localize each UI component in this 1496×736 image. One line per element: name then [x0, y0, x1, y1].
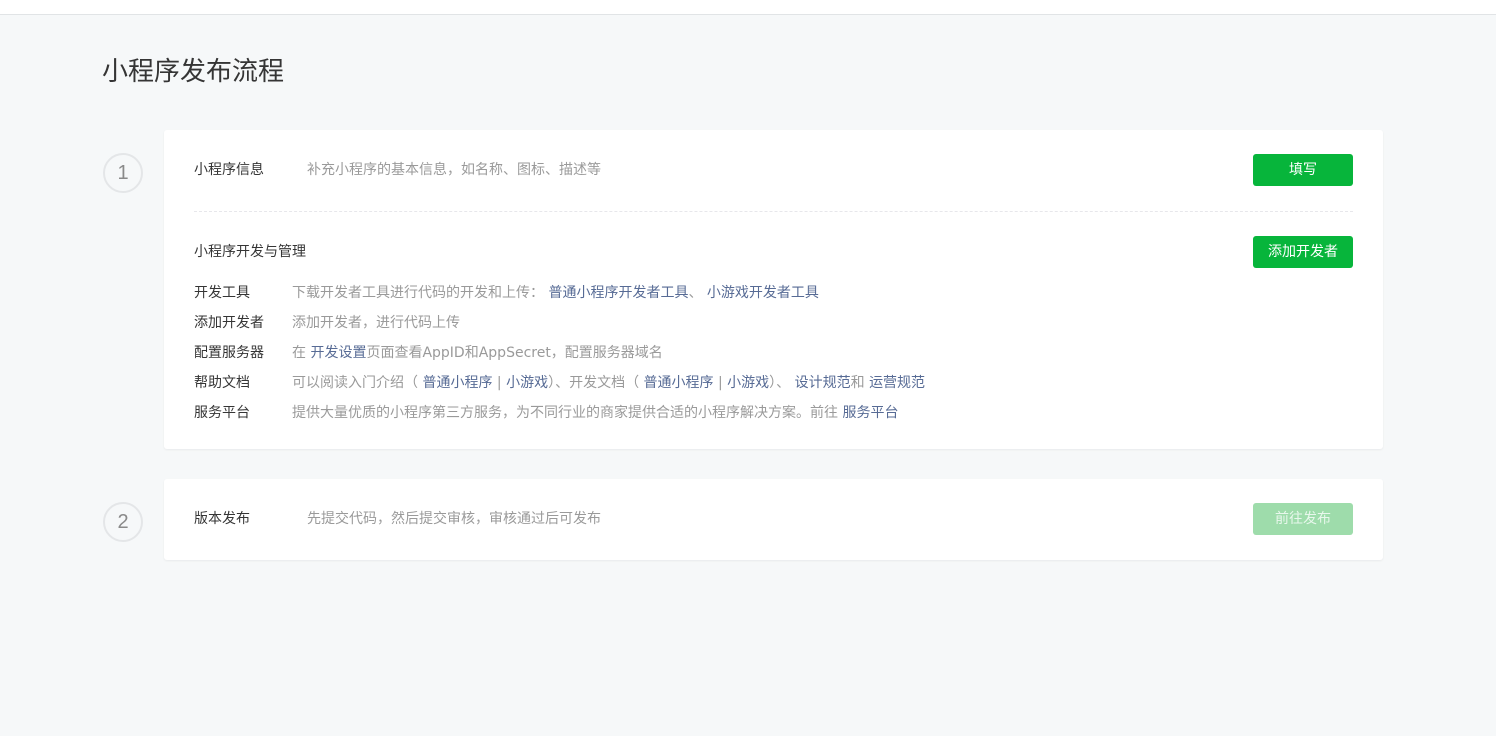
server-pre-text: 在	[292, 345, 306, 361]
help-docs-row: 帮助文档 可以阅读入门介绍（ 普通小程序 | 小游戏）、开发文档（ 普通小程序 …	[194, 373, 1294, 393]
dev-settings-link[interactable]: 开发设置	[310, 345, 366, 361]
service-platform-text: 提供大量优质的小程序第三方服务，为不同行业的商家提供合适的小程序解决方案。前往 …	[292, 403, 898, 423]
docs-comma-text: ）、	[769, 375, 791, 391]
docs-intro-text: 可以阅读入门介绍（	[292, 375, 418, 391]
step-2-card: 版本发布 先提交代码，然后提交审核，审核通过后可发布 前往发布	[164, 479, 1383, 560]
help-docs-label: 帮助文档	[194, 375, 250, 391]
top-navigation-bar	[0, 0, 1496, 15]
miniprogram-devtools-link[interactable]: 普通小程序开发者工具	[548, 285, 688, 301]
step-1-card: 小程序信息 补充小程序的基本信息，如名称、图标、描述等 填写 小程序开发与管理 …	[164, 130, 1383, 449]
dev-management-title: 小程序开发与管理	[194, 244, 306, 260]
add-developer-label: 添加开发者	[194, 315, 264, 331]
design-guide-link[interactable]: 设计规范	[795, 375, 851, 391]
miniprogram-info-title: 小程序信息	[194, 162, 264, 178]
dev-tools-description: 下载开发者工具进行代码的开发和上传：	[292, 285, 544, 301]
minigame-devtools-link[interactable]: 小游戏开发者工具	[707, 285, 819, 301]
configure-server-text: 在 开发设置页面查看AppID和AppSecret，配置服务器域名	[292, 343, 663, 363]
server-post-text: 页面查看AppID和AppSecret，配置服务器域名	[366, 345, 663, 361]
separator: |	[496, 375, 502, 391]
page-title: 小程序发布流程	[102, 57, 285, 87]
dev-tools-label: 开发工具	[194, 285, 250, 301]
add-developer-text: 添加开发者，进行代码上传	[292, 315, 460, 331]
separator: |	[717, 375, 723, 391]
intro-miniprogram-link[interactable]: 普通小程序	[422, 375, 492, 391]
version-release-title: 版本发布	[194, 511, 250, 527]
devdoc-minigame-link[interactable]: 小游戏	[727, 375, 769, 391]
docs-devdoc-text: ）、开发文档（	[548, 375, 640, 391]
configure-server-row: 配置服务器 在 开发设置页面查看AppID和AppSecret，配置服务器域名	[194, 343, 1294, 363]
step-number-2: 2	[103, 502, 143, 542]
service-platform-link[interactable]: 服务平台	[842, 405, 898, 421]
section-divider	[194, 211, 1353, 212]
operation-guide-link[interactable]: 运营规范	[869, 375, 925, 391]
go-publish-button[interactable]: 前往发布	[1253, 503, 1353, 535]
fill-info-button[interactable]: 填写	[1253, 154, 1353, 186]
add-developer-row: 添加开发者 添加开发者，进行代码上传	[194, 313, 1294, 333]
help-docs-text: 可以阅读入门介绍（ 普通小程序 | 小游戏）、开发文档（ 普通小程序 | 小游戏…	[292, 373, 925, 393]
docs-and-text: 和	[850, 375, 865, 391]
separator: 、	[688, 285, 703, 301]
configure-server-label: 配置服务器	[194, 345, 264, 361]
step-number-1: 1	[103, 153, 143, 193]
service-platform-row: 服务平台 提供大量优质的小程序第三方服务，为不同行业的商家提供合适的小程序解决方…	[194, 403, 1294, 423]
service-platform-label: 服务平台	[194, 405, 250, 421]
dev-tools-text: 下载开发者工具进行代码的开发和上传： 普通小程序开发者工具、 小游戏开发者工具	[292, 283, 819, 303]
version-release-description: 先提交代码，然后提交审核，审核通过后可发布	[307, 511, 601, 527]
service-platform-description: 提供大量优质的小程序第三方服务，为不同行业的商家提供合适的小程序解决方案。前往	[292, 405, 838, 421]
devdoc-miniprogram-link[interactable]: 普通小程序	[644, 375, 714, 391]
add-developer-button[interactable]: 添加开发者	[1253, 236, 1353, 268]
intro-minigame-link[interactable]: 小游戏	[506, 375, 548, 391]
miniprogram-info-description: 补充小程序的基本信息，如名称、图标、描述等	[307, 162, 601, 178]
dev-tools-row: 开发工具 下载开发者工具进行代码的开发和上传： 普通小程序开发者工具、 小游戏开…	[194, 283, 1294, 303]
